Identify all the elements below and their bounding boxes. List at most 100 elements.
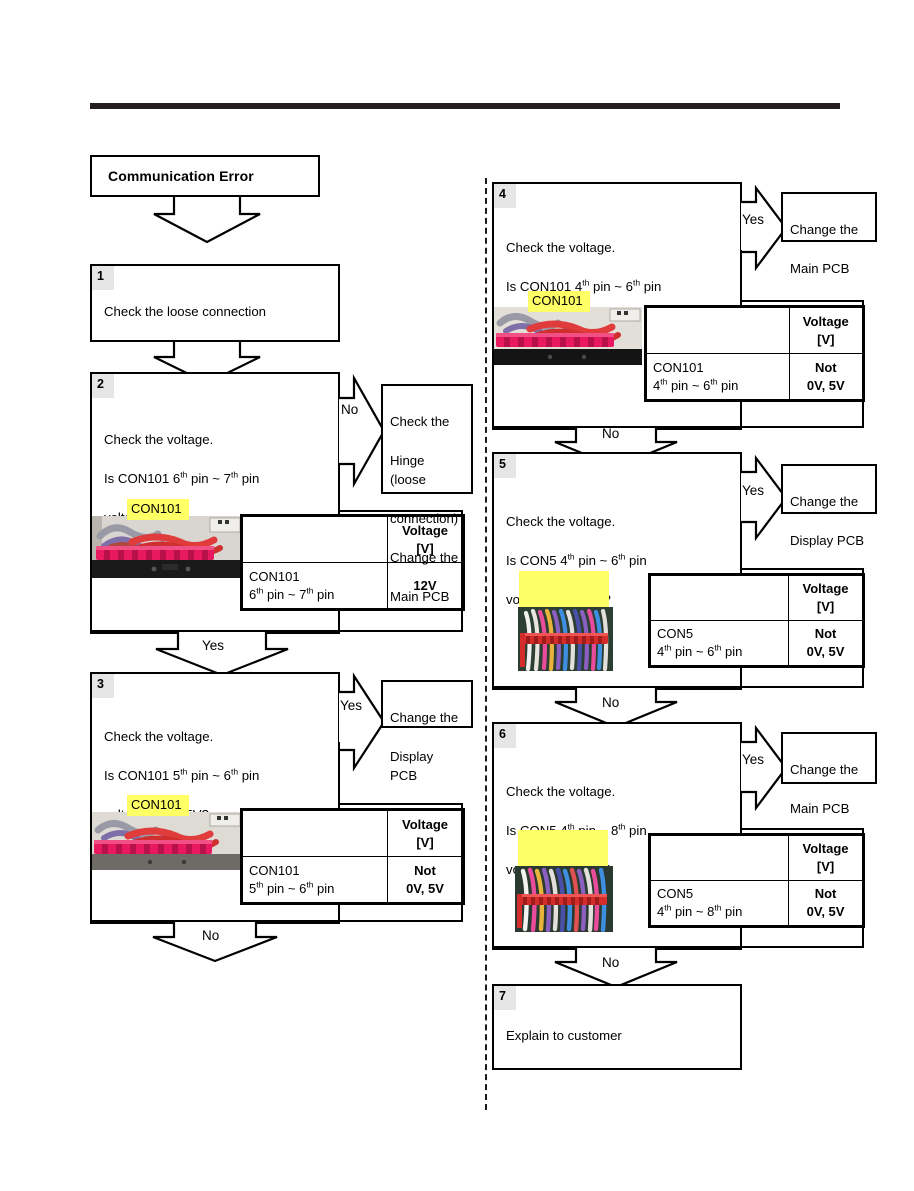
step-4-number: 4 xyxy=(494,184,516,208)
step-6-pcb-photo xyxy=(515,866,613,932)
vh6a: Voltage xyxy=(802,841,849,856)
arrow-step2-no xyxy=(338,373,386,489)
step-4-table-row-label: CON101 4th pin ~ 6th pin xyxy=(646,353,790,400)
s5-not: Not xyxy=(814,626,837,641)
s5-zf: 0V, 5V xyxy=(806,644,845,659)
s3-not: Not xyxy=(414,862,436,878)
step-4-table-voltage-header: Voltage [V] xyxy=(788,307,864,354)
vh4a: Voltage xyxy=(802,313,849,329)
f1: Change the xyxy=(790,761,859,777)
s2-tbl-pins: 6th pin ~ 7th pin xyxy=(249,586,381,604)
step-6-table-row-label: CON5 4th pin ~ 8th pin xyxy=(649,880,790,926)
u1w: pin ~ 8 xyxy=(671,904,715,919)
vh3b: [V] xyxy=(416,834,434,850)
step-6-no-label: No xyxy=(602,955,620,970)
s5-tbl-con: CON5 xyxy=(657,626,694,641)
step-6-voltage-table: Voltage [V] CON5 4th pin ~ 8th pin Not 0… xyxy=(648,833,865,928)
d2: Display PCB xyxy=(390,748,434,784)
s4-not: Not xyxy=(814,359,837,375)
s2-f3: pin xyxy=(238,470,260,486)
s6-tbl-pins: 4th pin ~ 8th pin xyxy=(657,903,782,921)
e2: Display PCB xyxy=(790,532,865,548)
step-7-number: 7 xyxy=(494,986,516,1010)
step-2-pcb-photo xyxy=(92,516,242,578)
title-box-communication-error: Communication Error xyxy=(90,155,320,197)
step-4-table-blank-cell xyxy=(646,307,790,354)
u2w: pin xyxy=(721,904,743,919)
step-2-table-blank-cell xyxy=(242,516,388,563)
step-6-result-box: Change the Main PCB xyxy=(781,732,877,816)
t2w: pin xyxy=(721,644,743,659)
step-3-yes-label: Yes xyxy=(340,698,363,713)
step-3-line-2: Is CON101 5th pin ~ 6th pin xyxy=(104,766,334,786)
step-6-line-1: Check the voltage. xyxy=(506,783,616,799)
step-5-table-blank-cell xyxy=(649,575,790,621)
s5-f3: pin xyxy=(625,552,647,568)
step-4-line-1: Check the voltage. xyxy=(506,239,616,255)
s6-not: Not xyxy=(814,886,837,901)
e1: Change the xyxy=(790,493,859,509)
step-2-right-edge xyxy=(461,510,463,632)
step-4-table-value: Not 0V, 5V xyxy=(788,353,864,400)
step-5-result-text: Change the Display PCB xyxy=(790,472,868,570)
s3-tbl-pins: 5th pin ~ 6th pin xyxy=(249,880,381,898)
s5-f1: Is CON5 4 xyxy=(506,552,568,568)
step-7-box: 7 Explain to customer xyxy=(492,984,742,1070)
s2-sup2: th xyxy=(230,469,239,480)
step-4-loopback-vertical xyxy=(740,250,742,302)
step-6-loopback-horizontal xyxy=(740,828,864,830)
s5-f2: pin ~ 6 xyxy=(574,552,619,568)
step-3-loopback-vertical xyxy=(338,742,340,804)
h5: Main PCB xyxy=(390,589,450,604)
step-3-voltage-table: Voltage [V] CON101 5th pin ~ 6th pin Not… xyxy=(240,808,465,905)
step-5-pcb-photo xyxy=(518,607,613,671)
arrow-step3-yes xyxy=(338,672,386,772)
s5-sup1: th xyxy=(567,551,575,562)
step-4-loopback-horizontal xyxy=(740,300,864,302)
step-3-table-value: Not 0V, 5V xyxy=(387,856,463,903)
vh6b: [V] xyxy=(816,859,835,874)
step-5-no-label: No xyxy=(602,695,620,710)
step-1-box: 1 Check the loose connection xyxy=(90,264,340,342)
step-3-no-label: No xyxy=(202,928,220,943)
step-3-table-voltage-header: Voltage [V] xyxy=(387,810,463,857)
step-3-result-box: Change the Display PCB xyxy=(381,680,473,783)
flowchart-page: Communication Error 1 Check the loose co… xyxy=(0,0,914,1191)
vh5b: [V] xyxy=(816,599,835,614)
m2: Main PCB xyxy=(790,260,850,276)
s4-f2: pin ~ 6 xyxy=(589,278,633,294)
step-2-loopback-vertical xyxy=(338,464,340,512)
step-3-line-1: Check the voltage. xyxy=(104,728,214,744)
step-5-yes-label: Yes xyxy=(742,483,765,498)
step-2-con-label: CON101 xyxy=(127,499,189,520)
s3-tbl-con: CON101 xyxy=(249,862,300,878)
h1: Check the xyxy=(390,413,450,429)
s6-f3: pin xyxy=(625,822,647,838)
s3-f3: pin xyxy=(238,767,260,783)
step-2-line-1: Check the voltage. xyxy=(104,431,214,447)
t1w: pin ~ 6 xyxy=(671,644,715,659)
step-2-table-row-label: CON101 6th pin ~ 7th pin xyxy=(242,562,388,609)
step-6-con-label xyxy=(518,830,608,866)
s4-f3: pin xyxy=(640,278,662,294)
step-5-table-row-label: CON5 4th pin ~ 6th pin xyxy=(649,620,790,666)
step-5-right-edge xyxy=(862,568,864,688)
step-5-voltage-table: Voltage [V] CON5 4th pin ~ 6th pin Not 0… xyxy=(648,573,865,668)
step-5-table-value: Not 0V, 5V xyxy=(788,620,863,666)
step-6-result-text: Change the Main PCB xyxy=(790,740,868,838)
d1: Change the xyxy=(390,709,459,725)
q2w: pin xyxy=(313,880,335,896)
q1w: pin ~ 6 xyxy=(263,880,307,896)
p1w: pin ~ 7 xyxy=(263,586,307,602)
step-7-text: Explain to customer xyxy=(506,1028,622,1043)
step-5-con-label xyxy=(519,571,609,607)
step-6-right-edge xyxy=(862,828,864,948)
h4: Change the xyxy=(390,550,459,565)
step-3-result-text: Change the Display PCB xyxy=(390,688,464,805)
step-1-number: 1 xyxy=(92,266,114,290)
m1: Change the xyxy=(790,221,859,237)
step-4-voltage-table: Voltage [V] CON101 4th pin ~ 6th pin Not… xyxy=(644,305,865,402)
s4-tbl-pins: 4th pin ~ 6th pin xyxy=(653,377,783,395)
step-5-loopback-horizontal xyxy=(740,568,864,570)
s2-f1: Is CON101 6 xyxy=(104,470,181,486)
